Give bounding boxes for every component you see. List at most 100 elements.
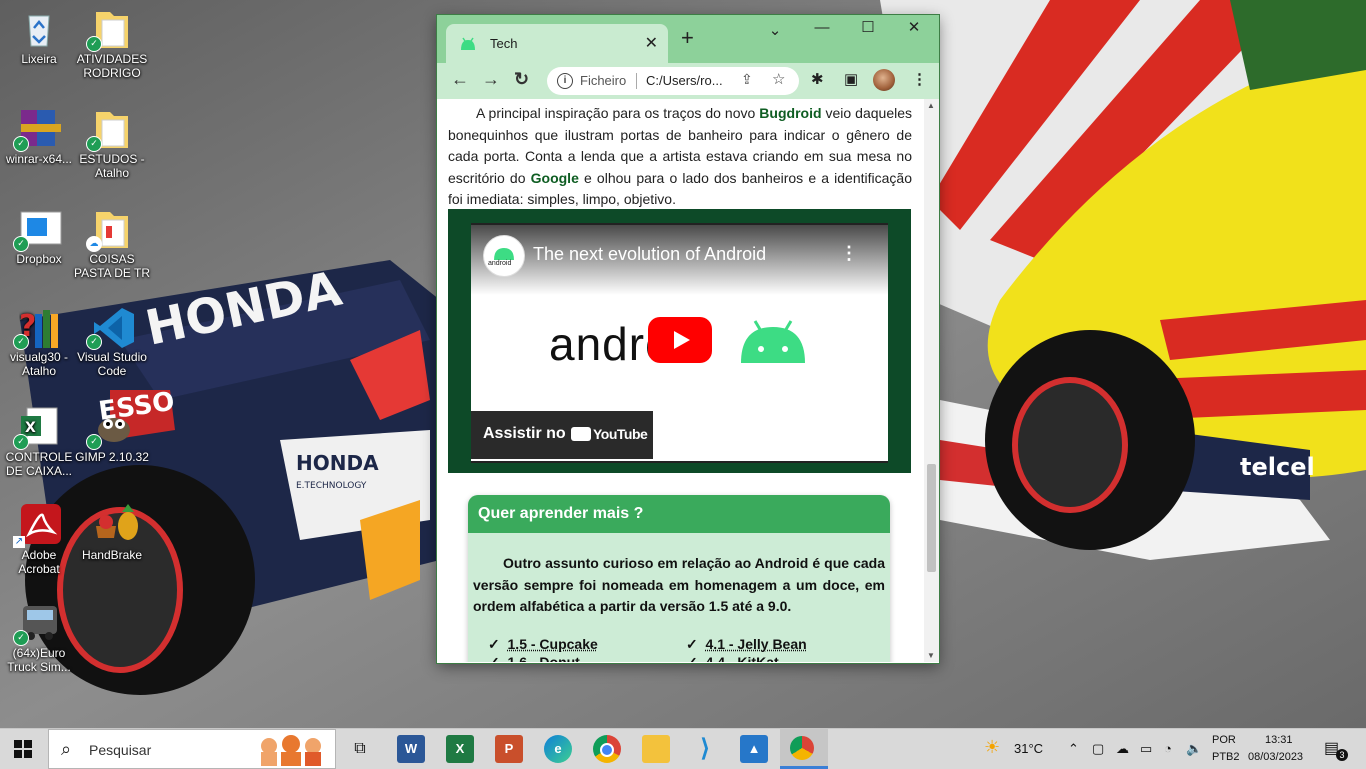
vscode-icon[interactable]: ⟩ xyxy=(691,735,719,763)
wifi-icon[interactable]: ◔ xyxy=(1164,741,1172,756)
menu-kebab-icon[interactable]: ⋮ xyxy=(912,70,927,88)
sync-check-icon: ✓ xyxy=(13,236,29,252)
side-panel-icon[interactable]: ▣ xyxy=(844,70,858,88)
vscode-icon: ✓ xyxy=(92,306,132,346)
youtube-logo: YouTube xyxy=(571,426,647,442)
video-title[interactable]: The next evolution of Android xyxy=(533,244,766,265)
icon-label: Visual Studio Code xyxy=(73,350,151,378)
version-link[interactable]: 1.5 - Cupcake xyxy=(508,636,598,652)
sync-check-icon: ✓ xyxy=(13,630,29,646)
acrobat-icon: ↗ xyxy=(19,504,59,544)
watch-on-label: Assistir no xyxy=(483,425,566,443)
scroll-up-icon[interactable]: ▲ xyxy=(927,101,935,110)
info-icon[interactable]: i xyxy=(557,73,573,89)
icon-label: Adobe Acrobat xyxy=(0,548,78,576)
address-url: C:/Users/ro... xyxy=(646,73,723,88)
battery-icon[interactable]: ▭ xyxy=(1140,741,1152,757)
icon-label: GIMP 2.10.32 xyxy=(73,450,151,464)
version-link[interactable]: 4.4 - KitKat xyxy=(706,654,779,663)
desktop-icon-dropbox[interactable]: ✓ Dropbox xyxy=(0,208,78,266)
desktop-icon-coisas[interactable]: ☁ COISAS PASTA DE TR xyxy=(73,208,151,280)
watch-on-youtube-button[interactable]: Assistir no YouTube xyxy=(471,411,653,459)
powerpoint-icon[interactable]: P xyxy=(495,735,523,763)
android-favicon-icon xyxy=(459,37,477,56)
desktop-icon-euro-truck[interactable]: ✓ (64x)Euro Truck Sim... xyxy=(0,602,78,674)
learn-more-card: Quer aprender mais ? Outro assunto curio… xyxy=(468,495,890,662)
page-viewport: A principal inspiração para os traços do… xyxy=(438,99,922,662)
taskbar-search-box[interactable]: ⌕ Pesquisar xyxy=(48,729,336,769)
photos-icon[interactable]: ▲ xyxy=(740,735,768,763)
chrome-icon[interactable] xyxy=(593,735,621,763)
video-more-icon[interactable]: ⋮ xyxy=(840,243,858,264)
desktop-icon-controle-caixa[interactable]: X ✓ CONTROLE DE CAIXA... xyxy=(0,406,78,478)
search-highlight-illustration-icon xyxy=(251,734,331,766)
tab-search-chevron-icon[interactable]: ⌄ xyxy=(760,21,790,39)
sync-check-icon: ✓ xyxy=(86,36,102,52)
weather-icon[interactable]: ☀ xyxy=(984,737,1000,758)
desktop-icon-visualg[interactable]: ? ✓ visualg30 - Atalho xyxy=(0,306,78,378)
reload-icon[interactable]: ↻ xyxy=(514,69,529,90)
list-item: ✓ 4.4 - KitKat xyxy=(686,654,779,663)
onedrive-cloud-icon[interactable]: ☁ xyxy=(1116,741,1129,757)
desktop-icon-recycle-bin[interactable]: Lixeira xyxy=(0,8,78,66)
desktop-icon-estudos[interactable]: ✓ ESTUDOS - Atalho xyxy=(73,108,151,180)
tab-close-icon[interactable]: ✕ xyxy=(645,33,658,53)
windows-start-icon[interactable] xyxy=(14,740,32,763)
new-tab-button[interactable]: + xyxy=(681,27,694,49)
learn-more-text: Outro assunto curioso em relação ao Andr… xyxy=(468,533,890,618)
desktop-icon-acrobat[interactable]: ↗ Adobe Acrobat xyxy=(0,504,78,576)
browser-window: Tech ✕ + ⌄ — ☐ ✕ ← → ↻ i Ficheiro C:/Use… xyxy=(437,15,939,663)
icon-label: Lixeira xyxy=(0,52,78,66)
extensions-puzzle-icon[interactable]: ✱ xyxy=(811,70,824,88)
channel-logo[interactable]: android xyxy=(483,235,525,277)
weather-temp[interactable]: 31°C xyxy=(1014,741,1043,756)
title-bar: Tech ✕ + ⌄ — ☐ ✕ xyxy=(437,15,939,63)
icon-label: visualg30 - Atalho xyxy=(0,350,78,378)
scrollbar-thumb[interactable] xyxy=(927,464,936,572)
version-link[interactable]: 1.6 - Donut xyxy=(508,654,580,663)
youtube-embed[interactable]: android The next evolution of Android ⋮ … xyxy=(471,223,888,463)
bookmark-star-icon[interactable]: ☆ xyxy=(772,70,785,88)
folder-icon: ✓ xyxy=(92,8,132,48)
desktop-icon-winrar[interactable]: ✓ winrar-x64... xyxy=(0,108,78,166)
maximize-button[interactable]: ☐ xyxy=(853,18,883,36)
clock-time[interactable]: 13:31 xyxy=(1265,734,1293,746)
minimize-button[interactable]: — xyxy=(807,19,837,36)
share-icon[interactable]: ⇪ xyxy=(741,71,753,88)
word-icon[interactable]: W xyxy=(397,735,425,763)
desktop-icon-handbrake[interactable]: HandBrake xyxy=(73,504,151,562)
version-link[interactable]: 4.1 - Jelly Bean xyxy=(706,636,807,652)
volume-icon[interactable]: 🔈 xyxy=(1186,741,1202,757)
list-item: ✓ 1.6 - Donut xyxy=(488,654,580,663)
tab-title: Tech xyxy=(490,36,517,51)
desktop-icon-atividades[interactable]: ✓ ATIVIDADES RODRIGO xyxy=(73,8,151,80)
chevron-up-icon[interactable]: ⌃ xyxy=(1068,741,1079,757)
chrome-active-window[interactable] xyxy=(780,729,828,769)
youtube-wordmark: YouTube xyxy=(593,426,647,442)
address-bar[interactable]: i Ficheiro C:/Users/ro... ⇪ ☆ xyxy=(547,67,799,95)
file-explorer-icon[interactable] xyxy=(642,735,670,763)
vertical-scrollbar[interactable]: ▲ ▼ xyxy=(924,99,939,662)
desktop-icon-vscode[interactable]: ✓ Visual Studio Code xyxy=(73,306,151,378)
desktop-icon-gimp[interactable]: ✓ GIMP 2.10.32 xyxy=(73,406,151,464)
back-arrow-icon[interactable]: ← xyxy=(451,69,469,90)
edge-icon[interactable]: e xyxy=(544,735,572,763)
language-indicator[interactable]: POR xyxy=(1212,734,1236,746)
play-button[interactable] xyxy=(648,317,712,363)
scroll-down-icon[interactable]: ▼ xyxy=(927,651,935,660)
excel-icon[interactable]: X xyxy=(446,735,474,763)
svg-text:telcel: telcel xyxy=(1240,453,1315,481)
check-icon: ✓ xyxy=(488,636,500,652)
meet-now-icon[interactable]: ▢ xyxy=(1092,741,1104,757)
tab-tech[interactable]: Tech ✕ xyxy=(446,24,668,63)
learn-more-heading: Quer aprender mais ? xyxy=(468,495,890,533)
profile-avatar[interactable] xyxy=(873,69,895,91)
forward-arrow-icon[interactable]: → xyxy=(482,69,500,90)
keyboard-layout[interactable]: PTB2 xyxy=(1212,751,1240,763)
icon-label: winrar-x64... xyxy=(0,152,78,166)
clock-date[interactable]: 08/03/2023 xyxy=(1248,751,1303,763)
address-scheme: Ficheiro xyxy=(580,73,626,88)
task-view-icon[interactable]: ⧉ xyxy=(346,735,374,763)
close-window-button[interactable]: ✕ xyxy=(899,18,929,36)
winrar-icon: ✓ xyxy=(19,108,59,148)
